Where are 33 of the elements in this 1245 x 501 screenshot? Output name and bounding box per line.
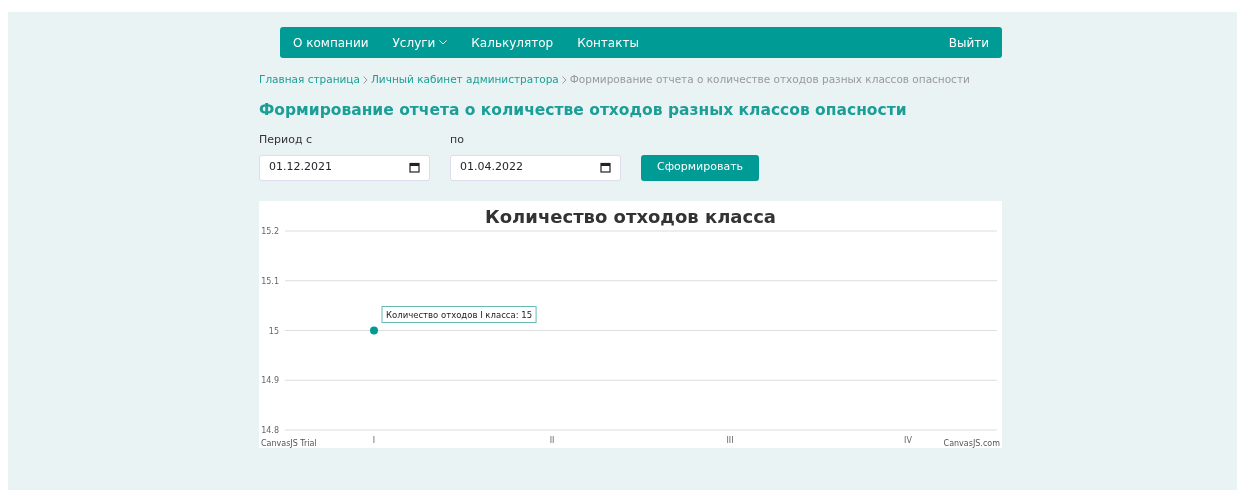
chart-title: Количество отходов класса	[485, 205, 776, 227]
axis-tick-label: II	[549, 435, 555, 445]
logout-link[interactable]: Выйти	[948, 33, 989, 52]
axis-tick-label: III	[726, 435, 734, 445]
axis-tick-label: 14.9	[261, 375, 279, 385]
credit-text: CanvasJS Trial	[261, 438, 317, 448]
date-field[interactable]: 01.04.2022	[450, 154, 621, 181]
page-title: Формирование отчета о количестве отходов разных классов опасности	[259, 99, 908, 121]
axis-tick-label: 15	[268, 326, 279, 335]
field-label: Период с	[259, 132, 314, 148]
credit-link[interactable]: CanvasJS.com	[943, 438, 1000, 448]
dropdown-menu-link[interactable]: Услуги	[392, 33, 448, 52]
calendar-icon	[409, 161, 420, 173]
breadcrumb-link[interactable]: Личный кабинет администратора	[370, 73, 559, 85]
data-point[interactable]	[370, 326, 378, 334]
nav-link[interactable]: О компании	[293, 33, 369, 52]
axis-tick-label: 14.8	[261, 425, 279, 435]
axis-tick-label: 15.2	[261, 226, 279, 236]
chevron-right-icon	[362, 76, 368, 84]
nav-link[interactable]: Калькулятор	[471, 33, 554, 52]
nav-link[interactable]: Контакты	[577, 33, 639, 52]
breadcrumb-current: Формирование отчета о количестве отходов разных классов опасности	[569, 73, 970, 85]
date-field[interactable]: 01.12.2021	[259, 154, 430, 181]
calendar-icon	[600, 161, 611, 173]
axis-tick-label: 15.1	[261, 276, 279, 286]
axis-tick-label: IV	[904, 435, 912, 445]
breadcrumb-link[interactable]: Главная страница	[259, 73, 360, 85]
chevron-down-icon	[439, 40, 448, 45]
field-label: по	[450, 132, 465, 148]
chevron-right-icon	[561, 76, 567, 84]
submit-button[interactable]: Сформировать	[641, 154, 760, 181]
axis-tick-label: I	[372, 435, 376, 445]
chart-tooltip: Количество отходов I класса: 15	[381, 305, 537, 323]
